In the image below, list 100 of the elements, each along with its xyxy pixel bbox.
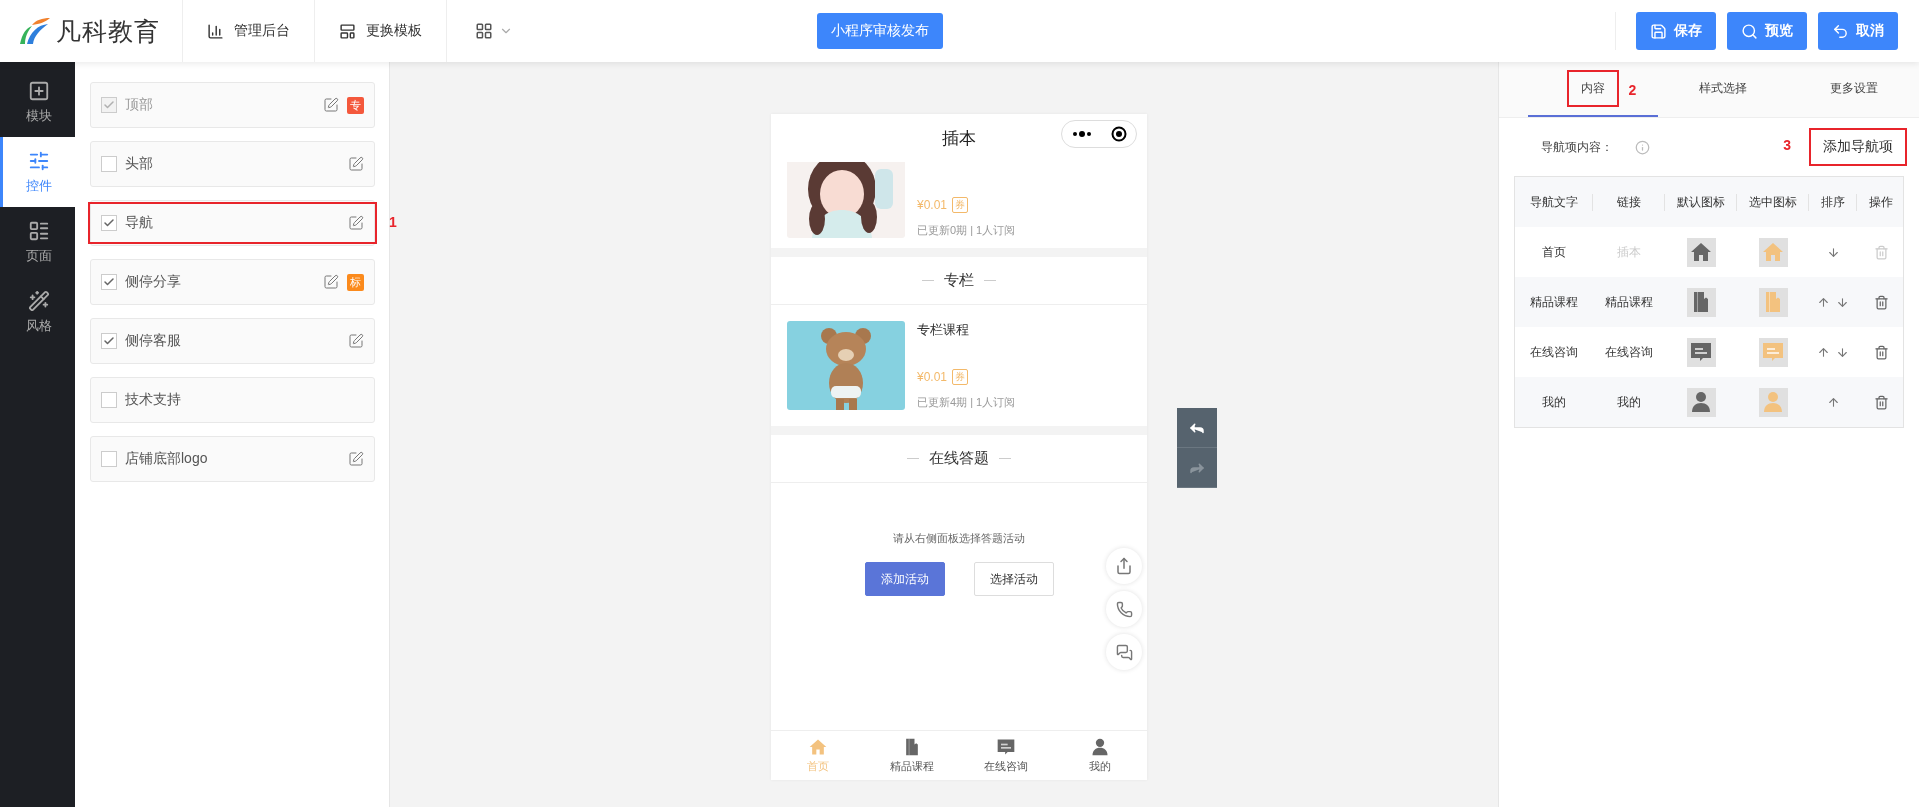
coupon-tag: 券	[952, 197, 969, 213]
edit-icon[interactable]	[323, 274, 339, 290]
panel-tab[interactable]: 内容 2	[1528, 62, 1659, 117]
house-icon	[808, 737, 828, 757]
control-label: 头部	[125, 155, 154, 173]
table-cell-text: 在线咨询	[1529, 343, 1579, 361]
edit-icon[interactable]	[348, 156, 364, 172]
delete-button[interactable]	[1873, 344, 1889, 360]
page-title: 插本	[942, 127, 976, 150]
logo-text: 凡科教育	[56, 15, 160, 47]
apps-icon[interactable]	[475, 22, 493, 40]
tab-bar-item[interactable]: 精品课程	[865, 731, 959, 780]
column-header: 选中图标	[1737, 193, 1809, 211]
move-down-icon[interactable]	[1826, 245, 1840, 259]
section-title: 在线答题	[929, 449, 989, 468]
checkbox[interactable]	[101, 156, 117, 172]
table-cell-text: 精品课程	[1604, 293, 1654, 311]
template-icon	[339, 22, 356, 40]
annotation-number: 3	[1783, 137, 1791, 153]
coupon-tag: 券	[952, 369, 969, 385]
panel-tab[interactable]: 更多设置	[1788, 62, 1919, 117]
phone-icon	[1115, 600, 1133, 618]
edit-icon[interactable]	[348, 215, 364, 231]
check-icon	[103, 217, 115, 229]
checkbox[interactable]	[101, 215, 117, 231]
plus-icon	[28, 79, 50, 102]
column-header: 操作	[1868, 193, 1894, 211]
control-label: 侧停客服	[125, 332, 182, 350]
checkbox[interactable]	[101, 392, 117, 408]
check-icon	[103, 99, 115, 111]
chart-icon	[207, 22, 224, 40]
control-label: 导航	[125, 214, 154, 232]
check-icon	[103, 276, 115, 288]
sidebar-item[interactable]: 页面	[0, 207, 75, 277]
panel-tab[interactable]: 样式选择	[1658, 62, 1789, 117]
select-activity-button[interactable]: 选择活动	[973, 562, 1054, 596]
move-up-icon[interactable]	[1817, 295, 1830, 309]
undo-button[interactable]	[1177, 408, 1217, 448]
column-header: 默认图标	[1665, 193, 1737, 211]
tab-bar-item[interactable]: 我的	[1053, 731, 1147, 780]
checkbox[interactable]	[101, 451, 117, 467]
annotation-number: 2	[1628, 82, 1637, 98]
move-up-icon[interactable]	[1817, 345, 1830, 359]
sliders-icon	[28, 149, 50, 172]
course-meta: 已更新4期 | 1人订阅	[917, 395, 1017, 410]
chat-icon	[996, 737, 1016, 757]
layout-icon	[28, 219, 50, 242]
control-card[interactable]: 店铺底部logo	[90, 436, 375, 482]
course-price: ¥0.01	[917, 198, 948, 212]
tab-bar-item[interactable]: 在线咨询	[959, 731, 1053, 780]
table-cell-text: 在线咨询	[1604, 343, 1654, 361]
add-activity-button[interactable]: 添加活动	[864, 562, 945, 596]
action-button[interactable]: 取消	[1818, 12, 1898, 50]
control-badge: 标	[347, 273, 364, 291]
annotation-number: 1	[389, 214, 397, 230]
column-header: 链接	[1593, 193, 1665, 211]
publish-button[interactable]: 小程序审核发布	[817, 13, 943, 49]
checkbox[interactable]	[101, 333, 117, 349]
control-card[interactable]: 技术支持	[90, 377, 375, 423]
action-button[interactable]: 预览	[1727, 12, 1807, 50]
column-header: 导航文字	[1515, 193, 1593, 211]
control-card[interactable]: 头部	[90, 141, 375, 187]
control-label: 技术支持	[125, 391, 182, 409]
course-meta: 已更新0期 | 1人订阅	[917, 223, 1017, 238]
search-icon	[1741, 22, 1758, 40]
table-cell-text: 首页	[1541, 243, 1567, 261]
control-label: 侧停分享	[125, 273, 182, 291]
checkbox[interactable]	[101, 274, 117, 290]
move-down-icon[interactable]	[1836, 295, 1849, 309]
edit-icon[interactable]	[348, 451, 364, 467]
move-up-icon[interactable]	[1826, 395, 1840, 409]
control-badge: 专	[347, 96, 364, 114]
table-cell-text: 我的	[1541, 393, 1567, 411]
empty-prompt: 请从右侧面板选择答题活动	[893, 531, 1025, 546]
column-header: 排序	[1809, 193, 1857, 211]
control-label: 店铺底部logo	[125, 450, 209, 468]
action-button[interactable]: 保存	[1636, 12, 1716, 50]
table-cell-text: 精品课程	[1529, 293, 1579, 311]
course-title: 专栏课程	[917, 321, 970, 339]
save-icon	[1650, 22, 1667, 40]
move-down-icon[interactable]	[1836, 345, 1849, 359]
control-card[interactable]: 侧停客服	[90, 318, 375, 364]
sidebar-item[interactable]: 控件	[0, 137, 75, 207]
sidebar-item[interactable]: 风格	[0, 277, 75, 347]
sidebar-item[interactable]: 模块	[0, 67, 75, 137]
logo-icon	[18, 16, 52, 46]
person-icon	[1090, 737, 1110, 757]
table-cell-text: 我的	[1616, 393, 1642, 411]
control-card[interactable]: 侧停分享 标	[90, 259, 375, 305]
edit-icon[interactable]	[348, 333, 364, 349]
delete-button[interactable]	[1873, 294, 1889, 310]
wand-icon	[28, 289, 50, 312]
delete-button[interactable]	[1873, 394, 1889, 410]
course-price: ¥0.01	[917, 370, 948, 384]
undo-icon	[1832, 22, 1849, 40]
more-icon[interactable]	[1071, 131, 1092, 137]
add-nav-button[interactable]: 添加导航项	[1809, 128, 1907, 166]
control-label: 顶部	[125, 96, 154, 114]
target-icon[interactable]	[1110, 126, 1127, 142]
check-icon	[103, 335, 115, 347]
